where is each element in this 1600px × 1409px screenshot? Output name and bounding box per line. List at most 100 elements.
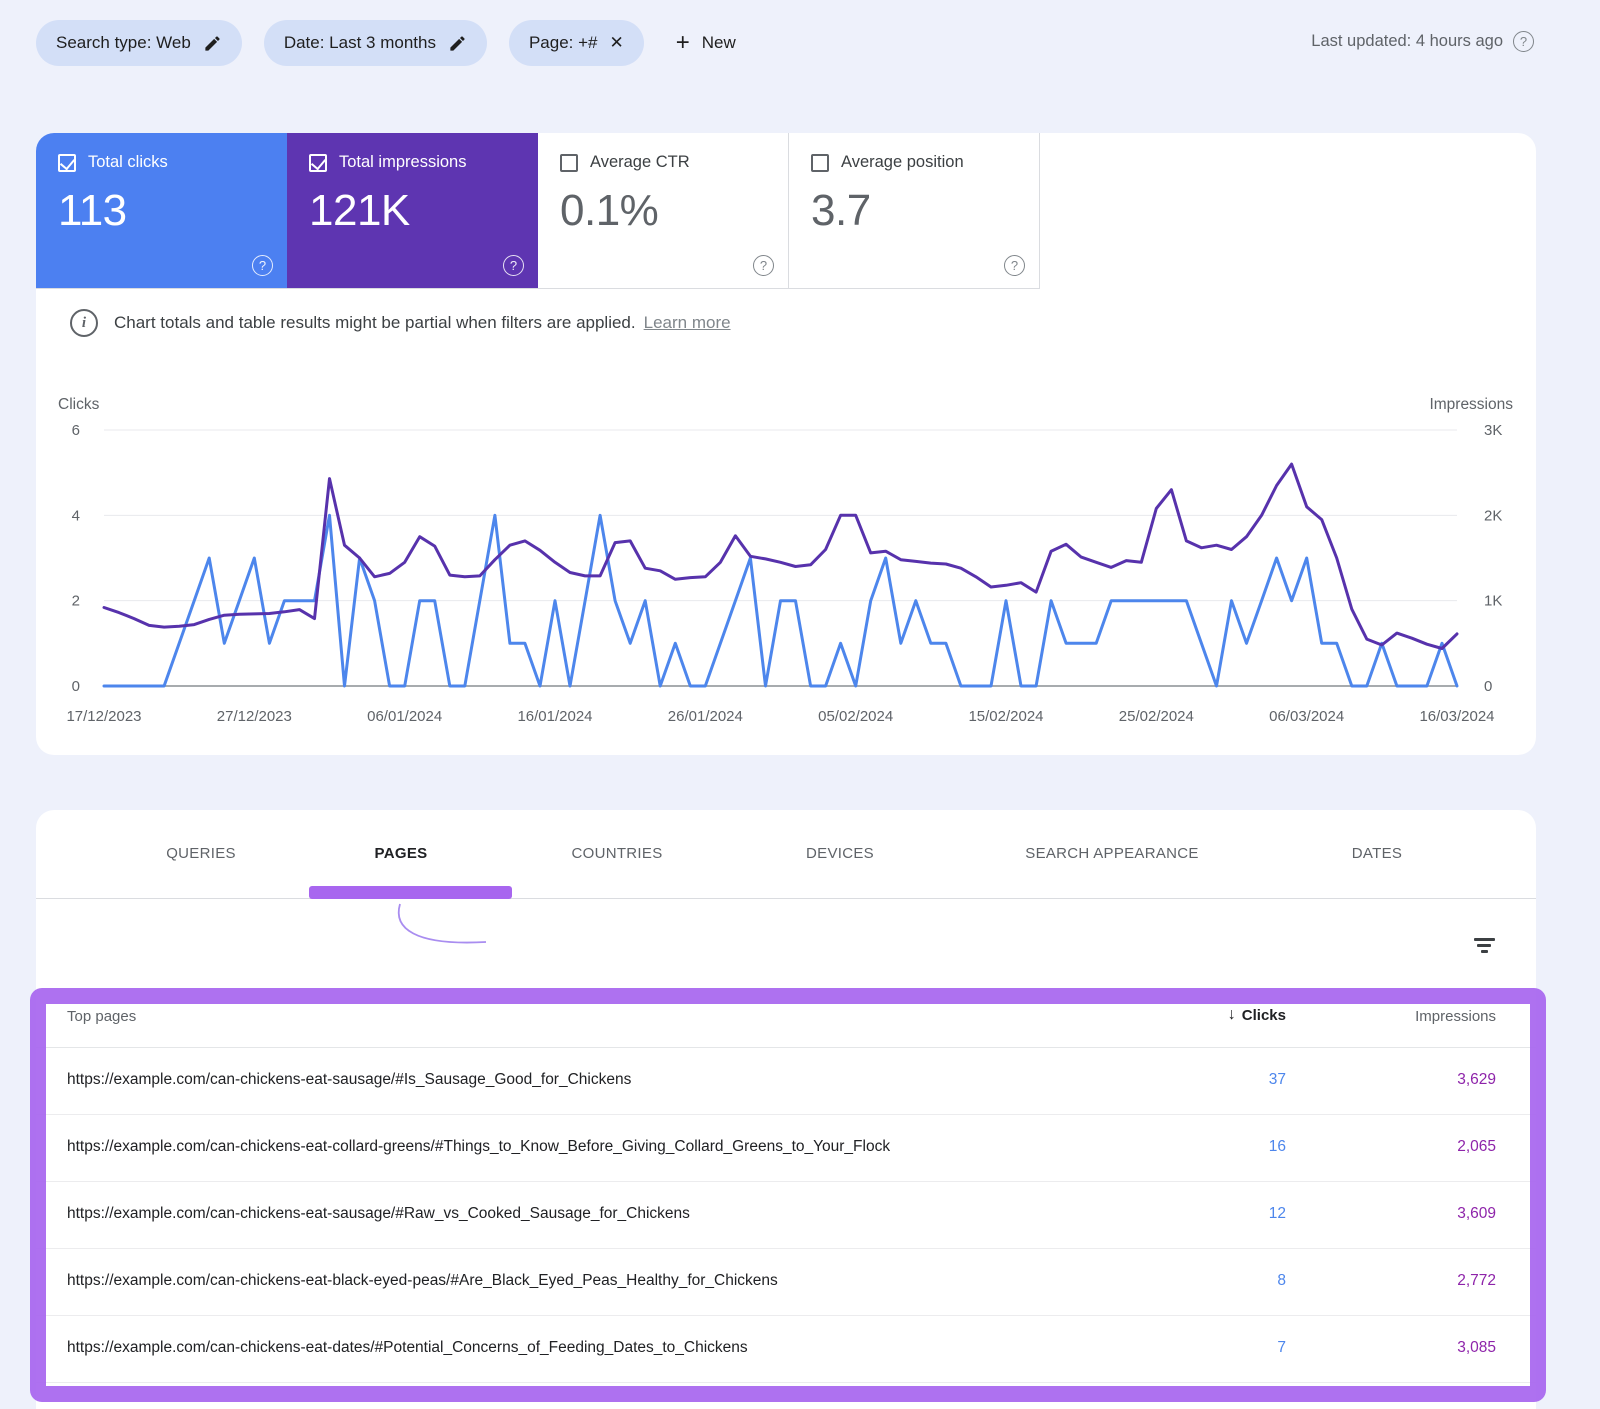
- new-filter-label: New: [701, 33, 736, 52]
- svg-text:2: 2: [72, 593, 80, 610]
- svg-text:0: 0: [72, 678, 80, 695]
- learn-more-link[interactable]: Learn more: [644, 313, 731, 333]
- remove-filter-icon[interactable]: ✕: [610, 33, 624, 53]
- svg-text:06/03/2024: 06/03/2024: [1269, 708, 1344, 725]
- last-updated: Last updated: 4 hours ago ?: [1311, 31, 1534, 52]
- unchecked-checkbox[interactable]: [811, 153, 829, 172]
- tab-dates[interactable]: DATES: [1352, 810, 1402, 898]
- svg-text:27/12/2023: 27/12/2023: [217, 708, 292, 725]
- tab-devices[interactable]: DEVICES: [806, 810, 874, 898]
- clicks-value: 7: [1277, 1339, 1286, 1356]
- last-updated-text: Last updated: 4 hours ago: [1311, 32, 1503, 50]
- edit-pencil-icon[interactable]: [203, 34, 222, 53]
- column-header-clicks[interactable]: ↓ Clicks: [1228, 1006, 1286, 1024]
- chip-label: Page: +#: [528, 33, 598, 52]
- dimension-tabs: QUERIES PAGES COUNTRIES DEVICES SEARCH APPEA…: [36, 810, 1536, 898]
- metric-value: 113: [58, 186, 127, 235]
- svg-text:2K: 2K: [1484, 507, 1502, 524]
- svg-text:25/02/2024: 25/02/2024: [1119, 708, 1194, 725]
- help-icon[interactable]: ?: [753, 255, 774, 276]
- help-icon[interactable]: ?: [503, 255, 524, 276]
- help-icon[interactable]: ?: [1004, 255, 1025, 276]
- svg-text:06/01/2024: 06/01/2024: [367, 708, 442, 725]
- table-row[interactable]: https://example.com/can-chickens-eat-dat…: [36, 1316, 1536, 1383]
- filter-chip-search-type[interactable]: Search type: Web: [36, 20, 242, 66]
- left-axis-title: Clicks: [58, 396, 100, 413]
- results-table-panel: QUERIES PAGES COUNTRIES DEVICES SEARCH APPEA…: [36, 810, 1536, 1409]
- pages-tab-underline-annotation: [309, 886, 512, 899]
- right-axis-title: Impressions: [1429, 396, 1513, 413]
- metric-label: Total impressions: [339, 153, 467, 171]
- page-url[interactable]: https://example.com/can-chickens-eat-dat…: [67, 1339, 748, 1357]
- filter-chip-page[interactable]: Page: +# ✕: [508, 20, 644, 66]
- filter-bar: Search type: Web Date: Last 3 months Page:…: [36, 20, 746, 66]
- metric-value: 0.1%: [560, 186, 659, 235]
- svg-text:6: 6: [72, 422, 80, 439]
- help-icon[interactable]: ?: [252, 255, 273, 276]
- metric-card-average-position[interactable]: Average position 3.7?: [789, 133, 1040, 288]
- metric-card-average-ctr[interactable]: Average CTR 0.1%?: [538, 133, 789, 288]
- metric-cards: Total clicks 113? Total impressions 121K? Av…: [36, 133, 1040, 289]
- metric-card-total-impressions[interactable]: Total impressions 121K?: [287, 133, 538, 288]
- page-url[interactable]: https://example.com/can-chickens-eat-sau…: [67, 1205, 690, 1223]
- unchecked-checkbox[interactable]: [560, 153, 578, 172]
- tabs-divider: [36, 898, 1536, 899]
- svg-text:17/12/2023: 17/12/2023: [66, 708, 141, 725]
- filter-chip-date[interactable]: Date: Last 3 months: [263, 20, 487, 66]
- svg-text:1K: 1K: [1484, 593, 1502, 610]
- column-header-top-pages: Top pages: [67, 1008, 137, 1025]
- column-header-impressions[interactable]: Impressions: [1415, 1008, 1496, 1025]
- filter-chips: Search type: Web Date: Last 3 months Page:…: [36, 20, 644, 66]
- tab-search-appearance[interactable]: SEARCH APPEARANCE: [1025, 810, 1198, 898]
- page-url[interactable]: https://example.com/can-chickens-eat-bla…: [67, 1272, 778, 1290]
- help-icon[interactable]: ?: [1513, 31, 1534, 52]
- impressions-value: 2,772: [1457, 1272, 1496, 1289]
- clicks-value: 8: [1277, 1272, 1286, 1289]
- filter-icon[interactable]: [1472, 936, 1496, 958]
- impressions-value: 3,629: [1457, 1071, 1496, 1088]
- filter-notice: i Chart totals and table results might b…: [70, 309, 731, 337]
- clicks-value: 12: [1268, 1205, 1286, 1222]
- chip-label: Search type: Web: [56, 33, 191, 52]
- tab-queries[interactable]: QUERIES: [166, 810, 236, 898]
- metric-value: 3.7: [811, 186, 871, 235]
- impressions-value: 2,065: [1457, 1138, 1496, 1155]
- notice-text: Chart totals and table results might be …: [114, 313, 636, 332]
- svg-text:16/03/2024: 16/03/2024: [1419, 708, 1494, 725]
- checked-checkbox[interactable]: [58, 153, 76, 172]
- impressions-value: 3,085: [1457, 1339, 1496, 1356]
- metric-card-total-clicks[interactable]: Total clicks 113?: [36, 133, 287, 288]
- table-row[interactable]: https://example.com/can-chickens-eat-bla…: [36, 1249, 1536, 1316]
- svg-text:0: 0: [1484, 678, 1492, 695]
- curved-arrow-annotation: [397, 903, 487, 944]
- tab-pages[interactable]: PAGES: [375, 810, 428, 898]
- new-filter-button[interactable]: + New: [666, 20, 746, 66]
- edit-pencil-icon[interactable]: [448, 34, 467, 53]
- svg-text:26/01/2024: 26/01/2024: [668, 708, 743, 725]
- page-url[interactable]: https://example.com/can-chickens-eat-sau…: [67, 1071, 631, 1089]
- info-icon: i: [70, 309, 98, 337]
- metric-label: Average CTR: [590, 153, 690, 171]
- clicks-value: 16: [1268, 1138, 1286, 1155]
- svg-text:05/02/2024: 05/02/2024: [818, 708, 893, 725]
- svg-text:3K: 3K: [1484, 422, 1502, 439]
- metric-label: Average position: [841, 153, 964, 171]
- table-row[interactable]: https://example.com/can-chickens-eat-col…: [36, 1115, 1536, 1182]
- checked-checkbox[interactable]: [309, 153, 327, 172]
- sort-desc-icon: ↓: [1227, 1006, 1236, 1023]
- svg-text:16/01/2024: 16/01/2024: [517, 708, 592, 725]
- plus-icon: +: [675, 29, 690, 56]
- table-row[interactable]: https://example.com/can-chickens-eat-sau…: [36, 1182, 1536, 1249]
- performance-line-chart: Clicks Impressions 6 3K 4 2K 2 1K 0 0 17/12/2023 27…: [58, 396, 1513, 725]
- metric-value: 121K: [309, 186, 410, 235]
- chip-label: Date: Last 3 months: [283, 33, 436, 52]
- table-row[interactable]: https://example.com/can-chickens-eat-sau…: [36, 1048, 1536, 1115]
- svg-text:15/02/2024: 15/02/2024: [968, 708, 1043, 725]
- impressions-value: 3,609: [1457, 1205, 1496, 1222]
- performance-chart-panel: Total clicks 113? Total impressions 121K? Av…: [36, 133, 1536, 755]
- metric-label: Total clicks: [88, 153, 168, 171]
- svg-text:4: 4: [72, 507, 80, 524]
- page-url[interactable]: https://example.com/can-chickens-eat-col…: [67, 1138, 890, 1156]
- tab-countries[interactable]: COUNTRIES: [571, 810, 662, 898]
- table-header: Top pages ↓ Clicks Impressions: [36, 970, 1536, 1048]
